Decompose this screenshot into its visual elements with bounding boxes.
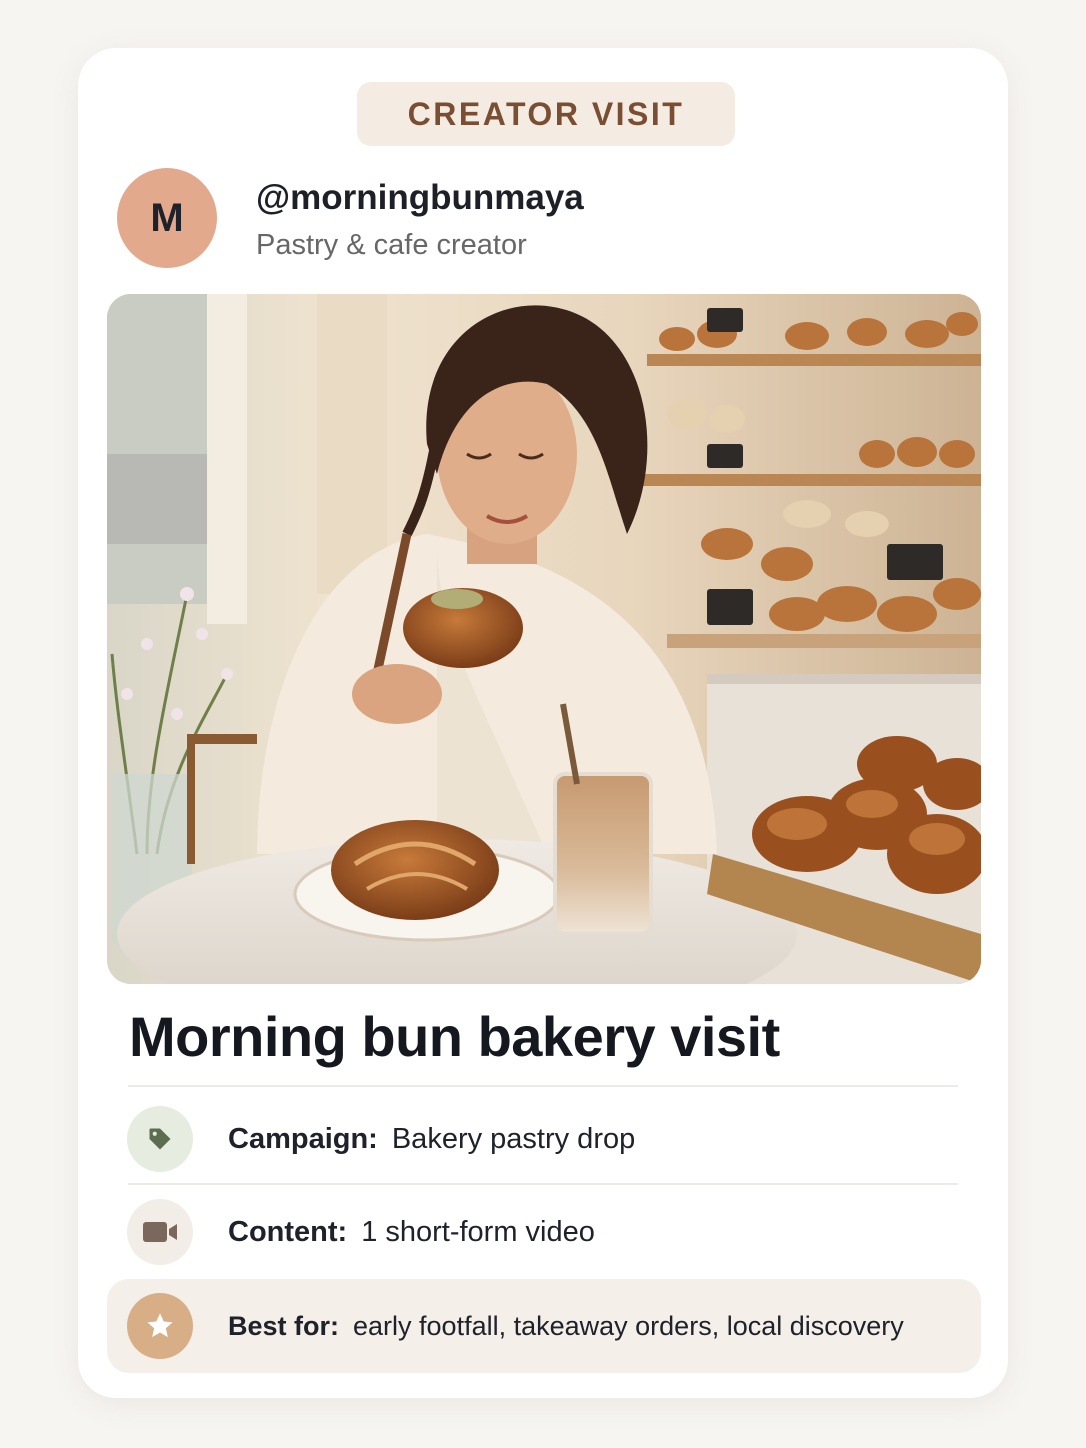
avatar[interactable]: M (117, 168, 217, 268)
creator-handle[interactable]: @morningbunmaya (256, 178, 584, 218)
star-icon (127, 1293, 193, 1359)
creator-visit-badge: CREATOR VISIT (357, 82, 735, 146)
best-for-value: early footfall, takeaway orders, local d… (353, 1310, 904, 1341)
content-row: Content: 1 short-form video (127, 1198, 595, 1266)
creator-role: Pastry & cafe creator (256, 229, 527, 261)
campaign-text: Campaign: Bakery pastry drop (228, 1123, 635, 1156)
best-for-highlight: Best for: early footfall, takeaway orders… (107, 1279, 981, 1373)
best-for-row: Best for: early footfall, takeaway orders… (127, 1292, 904, 1360)
campaign-row: Campaign: Bakery pastry drop (127, 1105, 635, 1173)
campaign-value: Bakery pastry drop (391, 1122, 636, 1155)
row-divider (128, 1183, 958, 1185)
best-for-label: Best for: (228, 1310, 340, 1341)
content-label: Content: (228, 1215, 348, 1248)
video-camera-icon (127, 1199, 193, 1265)
post-title: Morning bun bakery visit (129, 1005, 780, 1068)
best-for-text: Best for: early footfall, takeaway orders… (228, 1311, 904, 1342)
content-text: Content: 1 short-form video (228, 1216, 595, 1249)
bakery-scene-illustration (107, 294, 981, 984)
tag-icon (127, 1106, 193, 1172)
post-photo[interactable] (107, 294, 981, 984)
content-value: 1 short-form video (361, 1215, 595, 1248)
title-divider (128, 1085, 958, 1087)
campaign-label: Campaign: (228, 1122, 378, 1155)
creator-visit-card: CREATOR VISIT M @morningbunmaya Pastry &… (78, 48, 1008, 1398)
